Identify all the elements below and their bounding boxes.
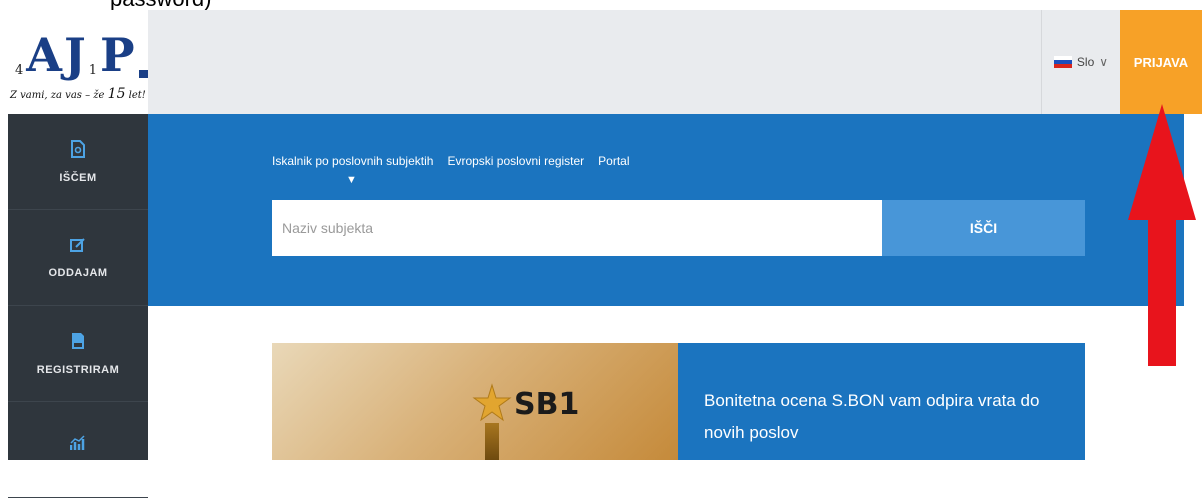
logo-digit: 4 <box>15 63 26 78</box>
sidebar-item-iscem[interactable]: IŠČEM <box>8 114 148 210</box>
slovenian-flag-icon <box>1053 56 1072 68</box>
banner-text-box: Bonitetna ocena S.BON vam odpira vrata d… <box>678 343 1085 460</box>
tab-portal[interactable]: Portal <box>598 154 629 168</box>
search-button[interactable]: IŠČI <box>882 200 1085 256</box>
sidebar: IŠČEM ODDAJAM REGISTRIRAM <box>8 114 148 498</box>
chevron-down-icon: ∨ <box>1099 55 1109 69</box>
sidebar-item-oddajam[interactable]: ODDAJAM <box>8 210 148 306</box>
search-tabs: Iskalnik po poslovnih subjektih Evropski… <box>272 154 630 168</box>
logo[interactable]: 4 A J 1 P S 5 Z vami, za vas – že 15 let… <box>8 10 199 114</box>
search-panel: Iskalnik po poslovnih subjektih Evropski… <box>148 114 1184 306</box>
sidebar-item-label: REGISTRIRAM <box>36 363 120 376</box>
banner-text-line: novih poslov <box>704 423 799 442</box>
star-logo-icon <box>472 383 512 422</box>
edit-icon <box>70 237 86 257</box>
language-selector[interactable]: Slo ∨ <box>1041 10 1120 114</box>
annotation-arrow-icon <box>1128 104 1196 366</box>
promo-banner[interactable]: SB1 Bonitetna ocena S.BON vam odpira vra… <box>272 343 1085 460</box>
trophy-icon <box>485 423 499 460</box>
logo-letter: A <box>26 28 64 82</box>
banner-logo-text: SB1 <box>514 387 580 422</box>
top-header-bar <box>148 10 1041 114</box>
logo-slogan: Z vami, za vas – že 15 let! <box>10 86 148 102</box>
logo-letter: P <box>100 28 137 82</box>
slogan-prefix: Z vami, za vas – že <box>10 90 108 101</box>
banner-text-line: Bonitetna ocena S.BON vam odpira vrata d… <box>704 391 1040 410</box>
search-document-icon <box>71 139 85 162</box>
sidebar-item-label: ODDAJAM <box>48 266 108 279</box>
slogan-years: 15 <box>107 86 126 102</box>
language-label: Slo <box>1076 55 1095 69</box>
banner-text: Bonitetna ocena S.BON vam odpira vrata d… <box>704 385 1064 449</box>
sidebar-item-registriram[interactable]: REGISTRIRAM <box>8 306 148 402</box>
logo-digit: 1 <box>88 63 100 78</box>
slogan-suffix: let! <box>125 90 146 101</box>
file-icon <box>71 332 85 354</box>
tab-european-business-register[interactable]: Evropski poslovni register <box>447 154 584 168</box>
sidebar-item-label: IŠČEM <box>59 171 97 184</box>
tab-business-entity-search[interactable]: Iskalnik po poslovnih subjektih <box>272 154 433 168</box>
search-input[interactable] <box>272 200 882 256</box>
chart-icon <box>69 434 86 455</box>
sidebar-item-statistics[interactable] <box>8 402 148 498</box>
logo-letter: J <box>63 28 88 82</box>
active-tab-indicator-icon: ▼ <box>346 174 357 186</box>
login-button[interactable]: PRIJAVA <box>1120 10 1202 114</box>
banner-image: SB1 <box>272 343 678 460</box>
